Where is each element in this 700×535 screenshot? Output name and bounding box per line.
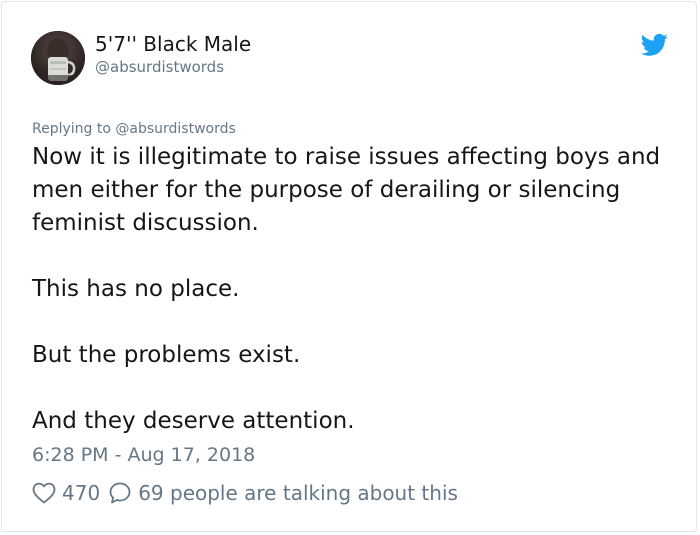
tweet-paragraph: But the problems exist. — [32, 342, 301, 368]
twitter-bird-icon[interactable] — [640, 33, 668, 57]
tweet-paragraph: This has no place. — [32, 276, 240, 302]
avatar[interactable] — [31, 31, 85, 85]
engagement-bar: 470 69 people are talking about this — [32, 479, 458, 507]
talking-count: 69 people are talking about this — [138, 481, 458, 505]
heart-icon — [32, 482, 56, 504]
avatar-photo — [31, 31, 85, 85]
tweet-paragraph: And they deserve attention. — [32, 408, 355, 434]
like-button[interactable]: 470 — [32, 481, 108, 505]
tweet-paragraph: Now it is illegitimate to raise issues a… — [32, 144, 661, 236]
user-handle[interactable]: @absurdistwords — [95, 57, 224, 77]
display-name[interactable]: 5'7'' Black Male — [95, 31, 251, 57]
reply-conversation-link[interactable]: 69 people are talking about this — [108, 481, 458, 505]
like-count: 470 — [62, 481, 101, 505]
speech-bubble-icon — [108, 481, 132, 505]
tweet-text: Now it is illegitimate to raise issues a… — [32, 141, 672, 438]
tweet-timestamp[interactable]: 6:28 PM - Aug 17, 2018 — [32, 442, 255, 468]
replying-to[interactable]: Replying to @absurdistwords — [32, 119, 236, 139]
